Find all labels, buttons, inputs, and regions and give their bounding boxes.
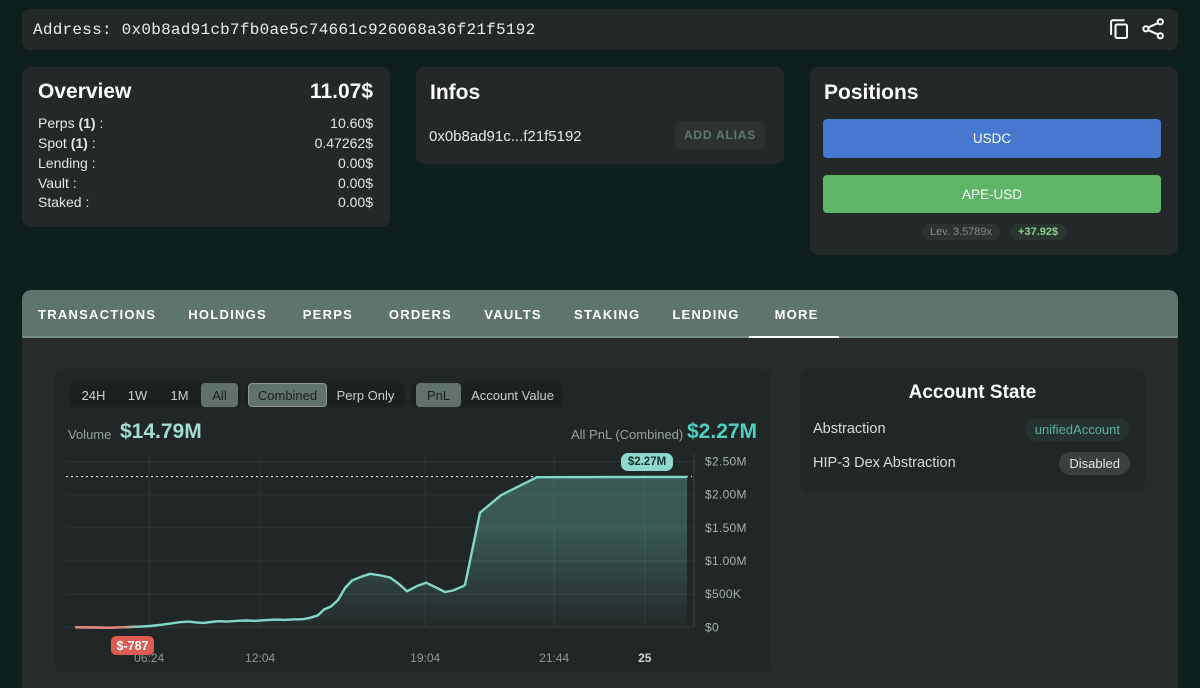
svg-text:$0: $0	[705, 620, 719, 634]
svg-text:$1.00M: $1.00M	[705, 554, 747, 568]
svg-text:25: 25	[638, 651, 652, 665]
svg-text:$1.50M: $1.50M	[705, 521, 747, 535]
svg-text:$2.00M: $2.00M	[705, 488, 747, 502]
svg-text:12:04: 12:04	[245, 651, 275, 665]
svg-text:$2.50M: $2.50M	[705, 455, 747, 469]
svg-text:$500K: $500K	[705, 587, 741, 601]
svg-text:19:04: 19:04	[410, 651, 440, 665]
svg-text:21:44: 21:44	[539, 651, 569, 665]
